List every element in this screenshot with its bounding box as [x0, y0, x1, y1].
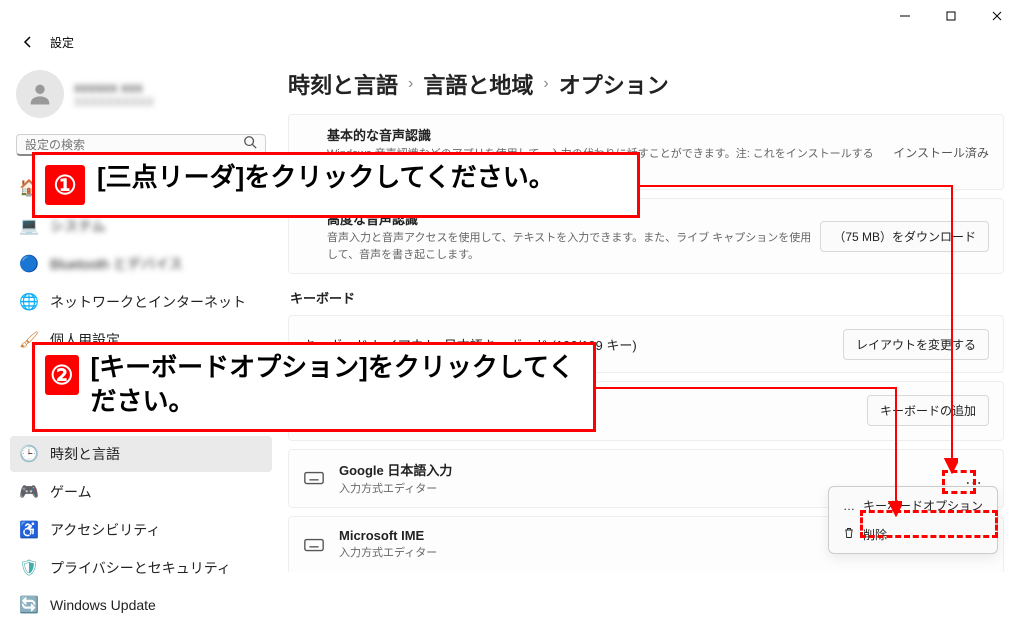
back-button[interactable]	[18, 32, 38, 52]
change-layout-button[interactable]: レイアウトを変更する	[843, 329, 989, 360]
breadcrumb-language-region[interactable]: 言語と地域	[423, 68, 533, 100]
breadcrumb-options: オプション	[559, 68, 669, 100]
basic-speech-status: インストール済み	[893, 144, 989, 161]
gaming-icon: 🎮	[20, 483, 38, 501]
annotation-badge-2: ②	[45, 355, 79, 395]
trash-icon	[843, 527, 855, 542]
sidebar-item-windows-update[interactable]: 🔄Windows Update	[10, 588, 272, 622]
search-input[interactable]	[25, 138, 243, 152]
time-language-icon: 🕒	[20, 445, 38, 463]
annotation-badge-1: ①	[45, 165, 85, 205]
maximize-button[interactable]	[928, 0, 974, 32]
sidebar-item-gaming[interactable]: 🎮ゲーム	[10, 474, 272, 510]
close-button[interactable]	[974, 0, 1020, 32]
download-button[interactable]: （75 MB）をダウンロード	[820, 221, 989, 252]
keyboard-icon	[303, 534, 325, 556]
annotation-text-1: [三点リーダ]をクリックしてください。	[97, 161, 555, 195]
content-area: 時刻と言語 › 言語と地域 › オプション 基本的な音声認識 Windows 音…	[280, 56, 1024, 572]
keyboard-section-title: キーボード	[290, 288, 1004, 307]
minimize-button[interactable]	[882, 0, 928, 32]
window-titlebar	[0, 0, 1024, 32]
delete-item[interactable]: 削除	[833, 520, 993, 549]
keyboard-icon	[303, 467, 325, 489]
ms-ime-sub: 入力方式エディター	[339, 545, 437, 562]
annotations-text-2: [キーボードオプション]をクリックしてください。	[91, 351, 583, 419]
privacy-icon: 🛡	[20, 559, 38, 577]
bluetooth-icon: 🔵	[20, 255, 38, 273]
sidebar-item-accessibility[interactable]: ♿アクセシビリティ	[10, 512, 272, 548]
sidebar-item-network[interactable]: 🌐ネットワークとインターネット	[10, 284, 272, 320]
add-keyboard-button[interactable]: キーボードの追加	[867, 395, 989, 426]
annotation-callout-2: ② [キーボードオプション]をクリックしてください。	[32, 342, 596, 432]
chevron-right-icon: ›	[543, 75, 548, 93]
google-ime-title: Google 日本語入力	[339, 460, 452, 479]
breadcrumb: 時刻と言語 › 言語と地域 › オプション	[288, 68, 1004, 100]
sidebar-item-time-language[interactable]: 🕒時刻と言語	[10, 436, 272, 472]
chevron-right-icon: ›	[408, 75, 413, 93]
network-icon: 🌐	[20, 293, 38, 311]
adv-speech-desc: 音声入力と音声アクセスを使用して、テキストを入力できます。また、ライブ キャプシ…	[327, 230, 820, 263]
windows-update-icon: 🔄	[20, 596, 38, 614]
accessibility-icon: ♿	[20, 521, 38, 539]
avatar-icon	[16, 70, 64, 118]
delete-label: 削除	[863, 526, 887, 543]
system-icon: 💻	[20, 217, 38, 235]
ellipsis-icon: …	[843, 499, 855, 513]
sidebar: xxxxxx xxx XXXXXXXXXX 🏠ホーム 💻システム 🔵Blueto…	[0, 56, 280, 572]
account-sub: XXXXXXXXXX	[74, 95, 154, 109]
google-ime-sub: 入力方式エディター	[339, 481, 452, 498]
account-block[interactable]: xxxxxx xxx XXXXXXXXXX	[10, 64, 272, 132]
context-menu: … キーボードオプション 削除	[828, 486, 998, 554]
basic-speech-title: 基本的な音声認識	[327, 125, 893, 144]
keyboard-options-label: キーボードオプション	[863, 497, 983, 514]
sidebar-item-bluetooth[interactable]: 🔵Bluetooth とデバイス	[10, 246, 272, 282]
breadcrumb-time-language[interactable]: 時刻と言語	[288, 68, 398, 100]
ms-ime-title: Microsoft IME	[339, 528, 437, 543]
account-name: xxxxxx xxx	[74, 80, 154, 95]
keyboard-options-item[interactable]: … キーボードオプション	[833, 491, 993, 520]
app-title: 設定	[50, 34, 74, 51]
annotation-callout-1: ① [三点リーダ]をクリックしてください。	[32, 152, 640, 218]
sidebar-item-privacy[interactable]: 🛡プライバシーとセキュリティ	[10, 550, 272, 586]
